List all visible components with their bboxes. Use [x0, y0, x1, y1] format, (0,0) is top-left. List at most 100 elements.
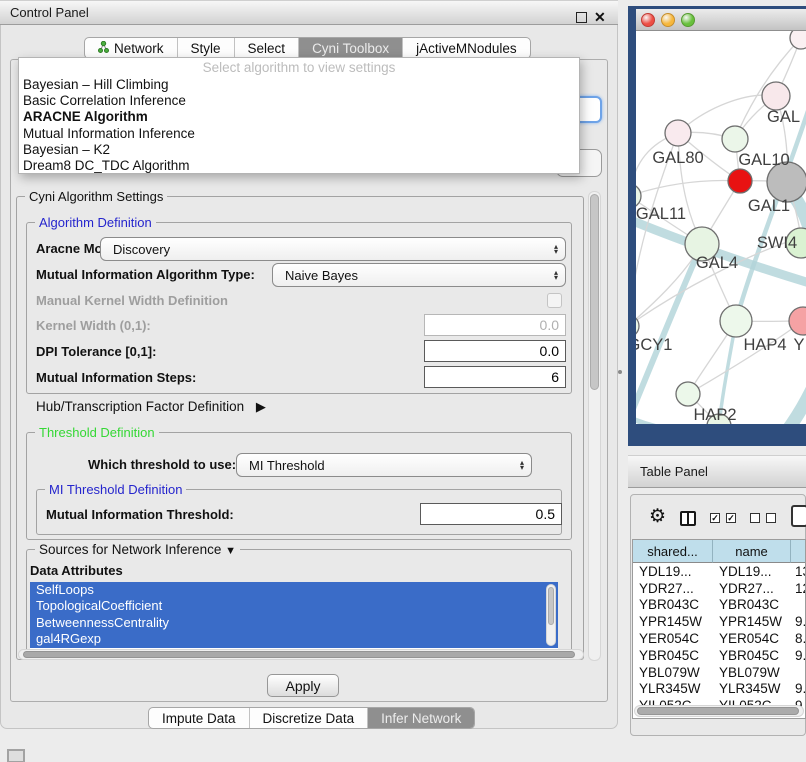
- table-cell: YDL19...: [633, 564, 713, 579]
- table-row[interactable]: YLR345WYLR345W9.: [633, 681, 805, 698]
- network-node-hap4[interactable]: [720, 305, 752, 337]
- table-row[interactable]: YBL079WYBL079W: [633, 664, 805, 681]
- tab-network[interactable]: Network: [85, 38, 177, 58]
- tab-jactivemnodules[interactable]: jActiveMNodules: [402, 38, 530, 58]
- attribute-item-selfloops[interactable]: SelfLoops: [30, 582, 558, 598]
- column-header-2[interactable]: [791, 540, 806, 563]
- column-header-shared[interactable]: shared...: [633, 540, 713, 563]
- dropdown-item-dream8-dc-tdc-algorithm[interactable]: Dream8 DC_TDC Algorithm: [19, 158, 579, 174]
- kernel-width-field[interactable]: [424, 314, 566, 336]
- which-threshold-value: MI Threshold: [249, 458, 325, 473]
- tab-impute-data-label: Impute Data: [162, 711, 236, 726]
- network-node[interactable]: [790, 31, 806, 49]
- collapse-arrow-icon[interactable]: ▼: [225, 545, 236, 557]
- control-panel-tabs: Network Style SelectCyni ToolboxjActiveMNo…: [84, 37, 531, 59]
- network-node-gal[interactable]: [762, 82, 790, 110]
- settings-vertical-scrollbar[interactable]: [588, 191, 601, 661]
- dpi-tolerance-field[interactable]: [424, 340, 566, 362]
- table-panel-title: Table Panel: [640, 464, 708, 479]
- settings-horizontal-scrollbar[interactable]: [18, 649, 584, 660]
- node-label-gal4: GAL4: [696, 254, 738, 272]
- node-label-gcy1: GCY1: [636, 336, 672, 354]
- network-node-gal1[interactable]: [728, 169, 752, 193]
- attribute-item-gal4rgexp[interactable]: gal4RGexp: [30, 631, 558, 647]
- split-columns-icon[interactable]: [680, 511, 696, 526]
- combo-arrows-icon: ▴▾: [554, 270, 558, 280]
- checked-checkbox-icon[interactable]: ✓: [726, 513, 736, 523]
- node-label-gal11: GAL11: [636, 205, 686, 223]
- table-row[interactable]: YDR27...YDR27...12: [633, 580, 805, 597]
- dropdown-item-basic-correlation-inference[interactable]: Basic Correlation Inference: [19, 93, 579, 109]
- aracne-mode-combo[interactable]: Discovery ▴▾: [100, 237, 566, 261]
- mi-threshold-field[interactable]: [420, 503, 562, 525]
- splitter-grip[interactable]: [618, 370, 622, 374]
- minimize-window-button[interactable]: [661, 13, 675, 27]
- network-edge[interactable]: [636, 219, 806, 285]
- tab-style[interactable]: Style: [177, 38, 234, 58]
- network-node-gal10[interactable]: [722, 126, 748, 152]
- manual-kernel-width-checkbox[interactable]: [547, 293, 562, 308]
- float-window-icon[interactable]: [576, 12, 587, 23]
- zoom-window-button[interactable]: [681, 13, 695, 27]
- kernel-width-label: Kernel Width (0,1):: [36, 318, 151, 333]
- table-row[interactable]: YBR043CYBR043C: [633, 597, 805, 614]
- tab-infer-network[interactable]: Infer Network: [367, 708, 474, 728]
- network-edge[interactable]: [678, 95, 776, 133]
- close-window-button[interactable]: [641, 13, 655, 27]
- control-panel-titlebar: Control Panel: [0, 0, 618, 25]
- mi-steps-field[interactable]: [424, 366, 566, 388]
- dropdown-item-bayesian-hill-climbing[interactable]: Bayesian – Hill Climbing: [19, 77, 579, 93]
- unchecked-checkbox-icon[interactable]: [750, 513, 760, 523]
- apply-button[interactable]: Apply: [267, 674, 339, 697]
- table-cell: 12: [791, 581, 806, 596]
- node-label-gal: GAL: [767, 108, 800, 126]
- settings-vertical-scrollbar-thumb[interactable]: [590, 194, 599, 390]
- network-node-gal80[interactable]: [665, 120, 691, 146]
- dropdown-item-mutual-information-inference[interactable]: Mutual Information Inference: [19, 126, 579, 142]
- hub-definition-section[interactable]: Hub/Transcription Factor Definition ▶: [36, 399, 266, 415]
- tab-network-label: Network: [114, 41, 164, 56]
- tab-style-label: Style: [191, 41, 221, 56]
- network-edge[interactable]: [766, 381, 806, 424]
- gear-icon[interactable]: ⚙: [649, 505, 666, 528]
- tab-discretize-data[interactable]: Discretize Data: [249, 708, 368, 728]
- tab-impute-data[interactable]: Impute Data: [149, 708, 249, 728]
- network-canvas[interactable]: GALGAL80GAL10GAL1GAL11SWI4GAL4GCY1HAP4YH…: [636, 31, 806, 424]
- table-horizontal-scrollbar-thumb[interactable]: [637, 707, 799, 715]
- table-cell: 9.: [791, 614, 806, 629]
- table-row[interactable]: YER054CYER054C8.: [633, 630, 805, 647]
- expand-arrow-icon[interactable]: ▶: [256, 399, 266, 414]
- table-row[interactable]: YBR045CYBR045C9.: [633, 647, 805, 664]
- tab-select[interactable]: Select: [234, 38, 299, 58]
- which-threshold-combo[interactable]: MI Threshold ▴▾: [236, 453, 532, 477]
- column-header-name[interactable]: name: [713, 540, 791, 563]
- attribute-item-topologicalcoefficient[interactable]: TopologicalCoefficient: [30, 598, 558, 614]
- table-cell: YBR045C: [713, 648, 791, 663]
- algorithm-definition-title: Algorithm Definition: [35, 215, 156, 230]
- close-panel-icon[interactable]: ✕: [594, 9, 606, 26]
- minimized-panel-icon[interactable]: [7, 749, 25, 762]
- dropdown-item-bayesian-k2[interactable]: Bayesian – K2: [19, 142, 579, 158]
- which-threshold-label: Which threshold to use:: [88, 457, 236, 472]
- tab-cyni-toolbox[interactable]: Cyni Toolbox: [298, 38, 402, 58]
- document-icon[interactable]: [791, 505, 806, 527]
- table-horizontal-scrollbar[interactable]: [634, 705, 804, 717]
- settings-horizontal-scrollbar-thumb[interactable]: [23, 651, 575, 658]
- sources-title[interactable]: Sources for Network Inference ▼: [35, 542, 240, 559]
- network-tab-icon: [98, 41, 109, 56]
- table-cell: 9.: [791, 681, 806, 696]
- attribute-item-betweennesscentrality[interactable]: BetweennessCentrality: [30, 615, 558, 631]
- dropdown-item-aracne-algorithm[interactable]: ARACNE Algorithm: [19, 109, 579, 125]
- network-edge[interactable]: [636, 181, 740, 196]
- network-node-y[interactable]: [789, 307, 806, 335]
- table-row[interactable]: YPR145WYPR145W9.: [633, 613, 805, 630]
- checked-checkbox-icon[interactable]: ✓: [710, 513, 720, 523]
- table-cell: YPR145W: [713, 614, 791, 629]
- attribute-list-scrollbar[interactable]: [546, 584, 556, 646]
- algorithm-dropdown-items: Bayesian – Hill ClimbingBasic Correlatio…: [19, 77, 579, 174]
- mi-type-combo[interactable]: Naive Bayes ▴▾: [272, 263, 566, 287]
- table-row[interactable]: YDL19...YDL19...13: [633, 563, 805, 580]
- unchecked-checkbox-icon[interactable]: [766, 513, 776, 523]
- attribute-list-scrollbar-thumb[interactable]: [548, 587, 554, 625]
- network-node-hap2[interactable]: [676, 382, 700, 406]
